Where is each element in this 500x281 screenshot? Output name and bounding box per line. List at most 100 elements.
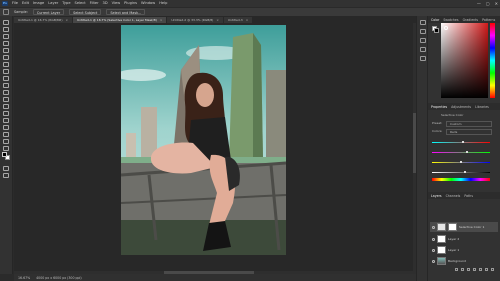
dodge-tool-icon[interactable] <box>3 118 9 123</box>
panel-dock <box>416 16 428 281</box>
menu-bar: Ps File Edit Image Layer Type Select Fil… <box>0 0 500 7</box>
frame-tool-icon[interactable] <box>3 55 9 60</box>
document-canvas-photo[interactable] <box>121 25 286 255</box>
pen-tool-icon[interactable] <box>3 125 9 130</box>
menu-layer[interactable]: Layer <box>48 0 58 7</box>
menu-type[interactable]: Type <box>62 0 70 7</box>
close-button[interactable]: ✕ <box>495 0 498 7</box>
marquee-tool-icon[interactable] <box>3 27 9 32</box>
select-subject-button[interactable]: Select Subject <box>69 9 102 15</box>
visibility-eye-icon[interactable] <box>432 259 435 263</box>
tab-adjustments[interactable]: Adjustments <box>451 105 471 109</box>
brush-tool-icon[interactable] <box>3 76 9 81</box>
home-icon[interactable] <box>3 9 9 15</box>
info-panel-icon[interactable] <box>420 56 426 61</box>
layer-row[interactable]: Layer 2 <box>430 234 498 244</box>
clone-stamp-tool-icon[interactable] <box>3 83 9 88</box>
slider-knob[interactable] <box>460 161 462 163</box>
foreground-color-swatch[interactable] <box>2 152 7 157</box>
layer-row[interactable]: Layer 1 <box>430 245 498 255</box>
tab-properties[interactable]: Properties <box>431 105 447 109</box>
layer-row[interactable]: Background <box>430 256 498 266</box>
visibility-eye-icon[interactable] <box>432 248 435 252</box>
eyedropper-tool-icon[interactable] <box>3 62 9 67</box>
cyan-slider[interactable] <box>432 142 490 143</box>
add-mask-icon[interactable] <box>467 268 470 271</box>
tools-panel <box>0 16 13 274</box>
background-layer-thumbnail <box>437 257 446 265</box>
status-bar: 16.67% 4000 px x 6000 px (300 ppi) <box>14 274 416 281</box>
preset-dropdown[interactable]: Custom <box>446 121 492 127</box>
history-panel-icon[interactable] <box>420 20 426 25</box>
tab-gradients[interactable]: Gradients <box>463 18 479 22</box>
magenta-slider[interactable] <box>432 152 490 153</box>
menu-window[interactable]: Window <box>141 0 155 7</box>
trash-icon[interactable] <box>491 268 494 271</box>
photoshop-logo-icon[interactable]: Ps <box>2 1 8 6</box>
tab-color[interactable]: Color <box>431 18 439 22</box>
tab-layers[interactable]: Layers <box>431 194 442 198</box>
select-and-mask-button[interactable]: Select and Mask... <box>106 9 146 15</box>
visibility-eye-icon[interactable] <box>432 225 435 229</box>
tab-channels[interactable]: Channels <box>446 194 461 198</box>
sample-select[interactable]: Current Layer <box>32 9 65 15</box>
menu-edit[interactable]: Edit <box>22 0 29 7</box>
history-brush-tool-icon[interactable] <box>3 90 9 95</box>
quick-select-tool-icon[interactable] <box>3 41 9 46</box>
minimize-button[interactable]: — <box>477 0 481 7</box>
menu-view[interactable]: View <box>112 0 121 7</box>
slider-knob[interactable] <box>462 141 464 143</box>
panel-background-swatch[interactable] <box>434 28 439 33</box>
fx-icon[interactable] <box>461 268 464 271</box>
rectangle-tool-icon[interactable] <box>3 146 9 151</box>
slider-knob[interactable] <box>466 151 468 153</box>
maximize-button[interactable]: ▢ <box>486 0 490 7</box>
layer-row[interactable]: Selective Color 1 <box>430 222 498 232</box>
tab-paths[interactable]: Paths <box>464 194 473 198</box>
menu-3d[interactable]: 3D <box>103 0 108 7</box>
photo-image <box>121 25 286 255</box>
visibility-eye-icon[interactable] <box>432 237 435 241</box>
menu-filter[interactable]: Filter <box>90 0 99 7</box>
menu-help[interactable]: Help <box>159 0 167 7</box>
gradient-tool-icon[interactable] <box>3 104 9 109</box>
menu-image[interactable]: Image <box>33 0 44 7</box>
tab-swatches[interactable]: Swatches <box>443 18 458 22</box>
layer-mask-thumbnail[interactable] <box>448 223 457 231</box>
link-layers-icon[interactable] <box>455 268 458 271</box>
screen-mode-icon[interactable] <box>3 173 9 178</box>
crop-tool-icon[interactable] <box>3 48 9 53</box>
tab-libraries[interactable]: Libraries <box>475 105 489 109</box>
quick-mask-icon[interactable] <box>3 166 9 171</box>
new-layer-icon[interactable] <box>485 268 488 271</box>
color-panel-tabs: Color Swatches Gradients Patterns <box>428 16 500 23</box>
lasso-tool-icon[interactable] <box>3 34 9 39</box>
menu-file[interactable]: File <box>12 0 18 7</box>
eraser-tool-icon[interactable] <box>3 97 9 102</box>
zoom-level[interactable]: 16.67% <box>18 276 30 280</box>
adjustment-layer-icon[interactable] <box>473 268 476 271</box>
color-picker-field[interactable] <box>441 23 488 98</box>
black-slider[interactable] <box>432 172 490 173</box>
menu-plugins[interactable]: Plugins <box>124 0 137 7</box>
blur-tool-icon[interactable] <box>3 111 9 116</box>
colors-dropdown[interactable]: Reds <box>446 129 492 135</box>
brush-panel-icon[interactable] <box>420 47 426 52</box>
paragraph-panel-icon[interactable] <box>420 38 426 43</box>
tab-patterns[interactable]: Patterns <box>482 18 495 22</box>
move-tool-icon[interactable] <box>3 20 9 25</box>
color-picker-cursor[interactable] <box>444 26 448 30</box>
menu-select[interactable]: Select <box>75 0 86 7</box>
new-group-icon[interactable] <box>479 268 482 271</box>
hue-reference-bar <box>432 178 490 181</box>
hue-slider[interactable] <box>490 23 495 98</box>
layer-name: Layer 1 <box>448 248 460 252</box>
path-select-tool-icon[interactable] <box>3 139 9 144</box>
layers-tabs: Layers Channels Paths <box>428 192 500 199</box>
healing-brush-tool-icon[interactable] <box>3 69 9 74</box>
type-tool-icon[interactable] <box>3 132 9 137</box>
layer-actions <box>455 268 494 271</box>
slider-knob[interactable] <box>464 171 466 173</box>
character-panel-icon[interactable] <box>420 29 426 34</box>
layer-thumbnail <box>437 235 446 243</box>
